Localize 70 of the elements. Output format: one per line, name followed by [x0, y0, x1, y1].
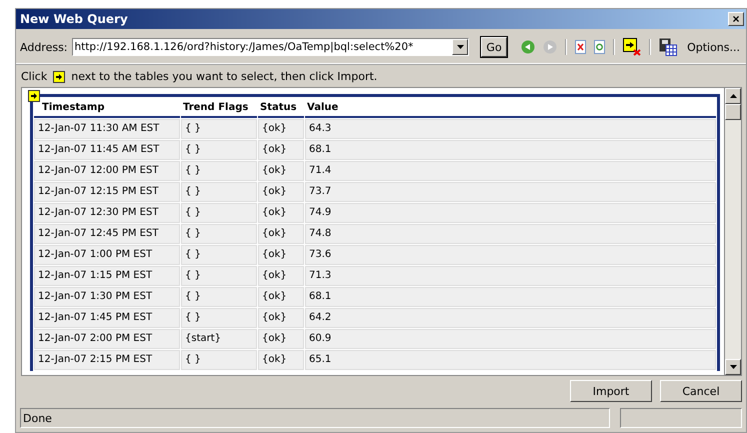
table-cell: {ok} [258, 308, 304, 328]
scroll-up-icon[interactable] [730, 94, 736, 98]
scrollbar[interactable] [725, 87, 742, 376]
address-field[interactable]: http://192.168.1.126/ord?history:/James/OaTemp|bql:select%20* [72, 38, 470, 56]
table-cell: { } [181, 350, 257, 370]
scroll-thumb[interactable] [725, 104, 741, 120]
table-cell: 64.3 [305, 119, 716, 139]
table-cell: { } [181, 182, 257, 202]
table-cell: 12-Jan-07 1:30 PM EST [34, 287, 180, 307]
table-cell: { } [181, 266, 257, 286]
table-cell: {ok} [258, 266, 304, 286]
stop-icon[interactable] [575, 40, 586, 54]
table-cell: 12-Jan-07 1:00 PM EST [34, 245, 180, 265]
table-cell: 71.3 [305, 266, 716, 286]
table-cell: 12-Jan-07 2:00 PM EST [34, 329, 180, 349]
table-cell: {ok} [258, 161, 304, 181]
table-cell: { } [181, 119, 257, 139]
table-cell: 12-Jan-07 12:45 PM EST [34, 224, 180, 244]
select-table-icon[interactable] [28, 90, 40, 102]
cancel-button[interactable]: Cancel [660, 380, 742, 402]
table-cell: { } [181, 224, 257, 244]
scroll-down-icon[interactable] [730, 365, 736, 369]
back-icon[interactable] [521, 40, 536, 54]
table-cell: 12-Jan-07 11:45 AM EST [34, 140, 180, 160]
close-button[interactable]: × [728, 12, 744, 26]
table-cell: { } [181, 203, 257, 223]
table-cell: {ok} [258, 140, 304, 160]
table-cell: 12-Jan-07 12:30 PM EST [34, 203, 180, 223]
table-cell: {ok} [258, 119, 304, 139]
table-cell: 12-Jan-07 1:15 PM EST [34, 266, 180, 286]
table-cell: {start} [181, 329, 257, 349]
go-button[interactable]: Go [481, 37, 508, 57]
import-button[interactable]: Import [570, 380, 652, 402]
table-cell: 74.8 [305, 224, 716, 244]
table-cell: 74.9 [305, 203, 716, 223]
address-label: Address: [20, 40, 68, 54]
table-cell: {ok} [258, 350, 304, 370]
hide-icons-icon[interactable] [623, 38, 642, 56]
table-cell: 12-Jan-07 11:30 AM EST [34, 119, 180, 139]
table-cell: 60.9 [305, 329, 716, 349]
table-cell: 73.7 [305, 182, 716, 202]
options-button[interactable]: Options... [685, 40, 742, 54]
table-cell: 68.1 [305, 140, 716, 160]
table-cell: { } [181, 287, 257, 307]
window-title: New Web Query [20, 12, 128, 26]
table-cell: { } [181, 308, 257, 328]
table-cell: 64.2 [305, 308, 716, 328]
save-query-icon[interactable] [659, 38, 678, 56]
table-cell: 12-Jan-07 12:15 PM EST [34, 182, 180, 202]
table-cell: {ok} [258, 287, 304, 307]
table-cell: {ok} [258, 203, 304, 223]
select-table-icon[interactable] [53, 70, 66, 82]
instruction-text: Click [21, 70, 48, 83]
table-cell: {ok} [258, 182, 304, 202]
table-cell: 12-Jan-07 12:00 PM EST [34, 161, 180, 181]
table-cell: 12-Jan-07 1:45 PM EST [34, 308, 180, 328]
table-cell: { } [181, 140, 257, 160]
dropdown-arrow-icon[interactable] [456, 45, 464, 49]
instruction-text: next to the tables you want to select, then click Import. [71, 70, 378, 83]
table-cell: 71.4 [305, 161, 716, 181]
table-cell: { } [181, 161, 257, 181]
table-cell: {ok} [258, 329, 304, 349]
table-cell: {ok} [258, 224, 304, 244]
table-cell: 65.1 [305, 350, 716, 370]
table-cell: 68.1 [305, 287, 716, 307]
table-cell: {ok} [258, 245, 304, 265]
table-cell: { } [181, 245, 257, 265]
status-text: Done [23, 412, 52, 424]
table-cell: 12-Jan-07 2:15 PM EST [34, 350, 180, 370]
table-cell: 73.6 [305, 245, 716, 265]
